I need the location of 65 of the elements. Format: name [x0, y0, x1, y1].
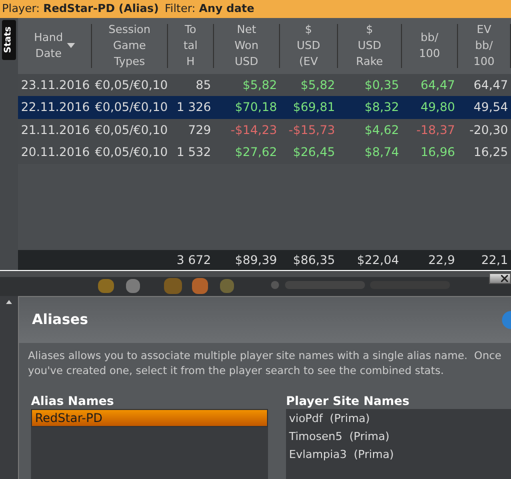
column-header[interactable]: Hand Date: [18, 24, 92, 68]
filter-label: Filter: Any date: [164, 0, 254, 17]
panel-title: Aliases: [32, 310, 88, 330]
table-cell-text: 49,80: [420, 99, 455, 116]
total-cell-text: 3 672: [176, 252, 211, 270]
table-cell-text: -$14,23: [230, 122, 277, 139]
description-text: Aliases allows you to associate multiple player site names with a single alias name. Once you've created one, select it from the player search to see the combined stats.: [27, 349, 502, 379]
table-cell-text: $70,18: [235, 99, 277, 116]
table-cell-text: 1 326: [176, 99, 211, 116]
table-cell-text: 22.11.2016: [21, 99, 90, 116]
table-cell-text: -18,37: [416, 122, 455, 139]
table-cell-text: $8,74: [364, 144, 399, 162]
table-cell-text: $5,82: [242, 76, 277, 94]
column-header[interactable]: bb/ 100: [402, 24, 458, 68]
table-cell-text: 16,96: [420, 144, 455, 162]
column-header[interactable]: To tal H: [168, 24, 214, 68]
table-row[interactable]: 20.11.2016 €0,05/€0,10 1 532 $27,62 $26,45 $8,74 16,96 16,25: [18, 141, 511, 164]
table-cell-text: €0,05/€0,10: [95, 144, 168, 162]
site-name-item[interactable]: Timosen5 (Prima): [286, 428, 511, 446]
table-cell-text: 64,47: [474, 76, 508, 94]
close-button[interactable]: [489, 273, 511, 284]
table-row[interactable]: 23.11.2016 €0,05/€0,10 85 $5,82 $5,82 $0,35 64,47 64,47: [18, 74, 511, 96]
scroll-up-icon[interactable]: [6, 300, 12, 304]
table-cell-text: 85: [196, 76, 211, 94]
column-header[interactable]: $ USD (EV: [280, 24, 338, 68]
table-cell-text: $69,81: [293, 99, 335, 116]
table-cell-text: 20.11.2016: [21, 144, 90, 162]
table-cell-text: 1 532: [176, 144, 211, 162]
table-cell-text: -$15,73: [288, 122, 335, 139]
list-heading: Player Site Names: [286, 393, 410, 409]
table-cell-text: €0,05/€0,10: [95, 76, 168, 94]
table-cell-text: $0,35: [364, 76, 399, 94]
column-header[interactable]: Session Game Types: [92, 24, 168, 68]
alias-item[interactable]: RedStar-PD: [31, 409, 268, 427]
column-header[interactable]: EV bb/ 100: [458, 24, 511, 68]
table-cell-text: 23.11.2016: [21, 76, 90, 94]
table-cell-text: 21.11.2016: [21, 122, 90, 139]
table-cell-text: 729: [188, 122, 211, 139]
table-cell-text: -20,30: [469, 122, 508, 139]
table-cell-text: $4,62: [364, 122, 399, 139]
table-cell-text: €0,05/€0,10: [95, 122, 168, 139]
table-cell-text: 49,54: [474, 99, 508, 116]
close-icon: [501, 275, 508, 282]
total-cell-text: 22,9: [428, 252, 455, 270]
table-cell-text: 16,25: [474, 144, 508, 162]
table-cell-text: $27,62: [235, 144, 277, 162]
total-cell-text: 22,1: [481, 252, 508, 270]
table-row[interactable]: 22.11.2016 €0,05/€0,10 1 326 $70,18 $69,81 $8,32 49,80 49,54: [18, 96, 511, 119]
table-cell-text: €0,05/€0,10: [95, 99, 168, 116]
site-name-item[interactable]: vioPdf (Prima): [286, 410, 511, 428]
table-cell-text: $26,45: [293, 144, 335, 162]
player-label: Player: RedStar-PD (Alias): [2, 0, 159, 17]
table-cell-text: $5,82: [300, 76, 335, 94]
total-cell-text: $86,35: [293, 252, 335, 270]
table-cell-text: $8,32: [364, 99, 399, 116]
site-name-item[interactable]: Evlampia3 (Prima): [286, 446, 511, 464]
stats-tab[interactable]: Stats: [2, 20, 16, 60]
column-header[interactable]: $ USD Rake: [338, 24, 402, 68]
list-heading: Alias Names: [31, 393, 115, 409]
sort-caret-icon: [66, 43, 75, 48]
table-cell-text: 64,47: [420, 76, 455, 94]
table-row[interactable]: 21.11.2016 €0,05/€0,10 729 -$14,23 -$15,73 $4,62 -18,37 -20,30: [18, 118, 511, 142]
total-cell-text: $22,04: [357, 252, 399, 270]
column-header[interactable]: Net Won USD: [214, 24, 280, 68]
total-cell-text: $89,39: [235, 252, 277, 270]
